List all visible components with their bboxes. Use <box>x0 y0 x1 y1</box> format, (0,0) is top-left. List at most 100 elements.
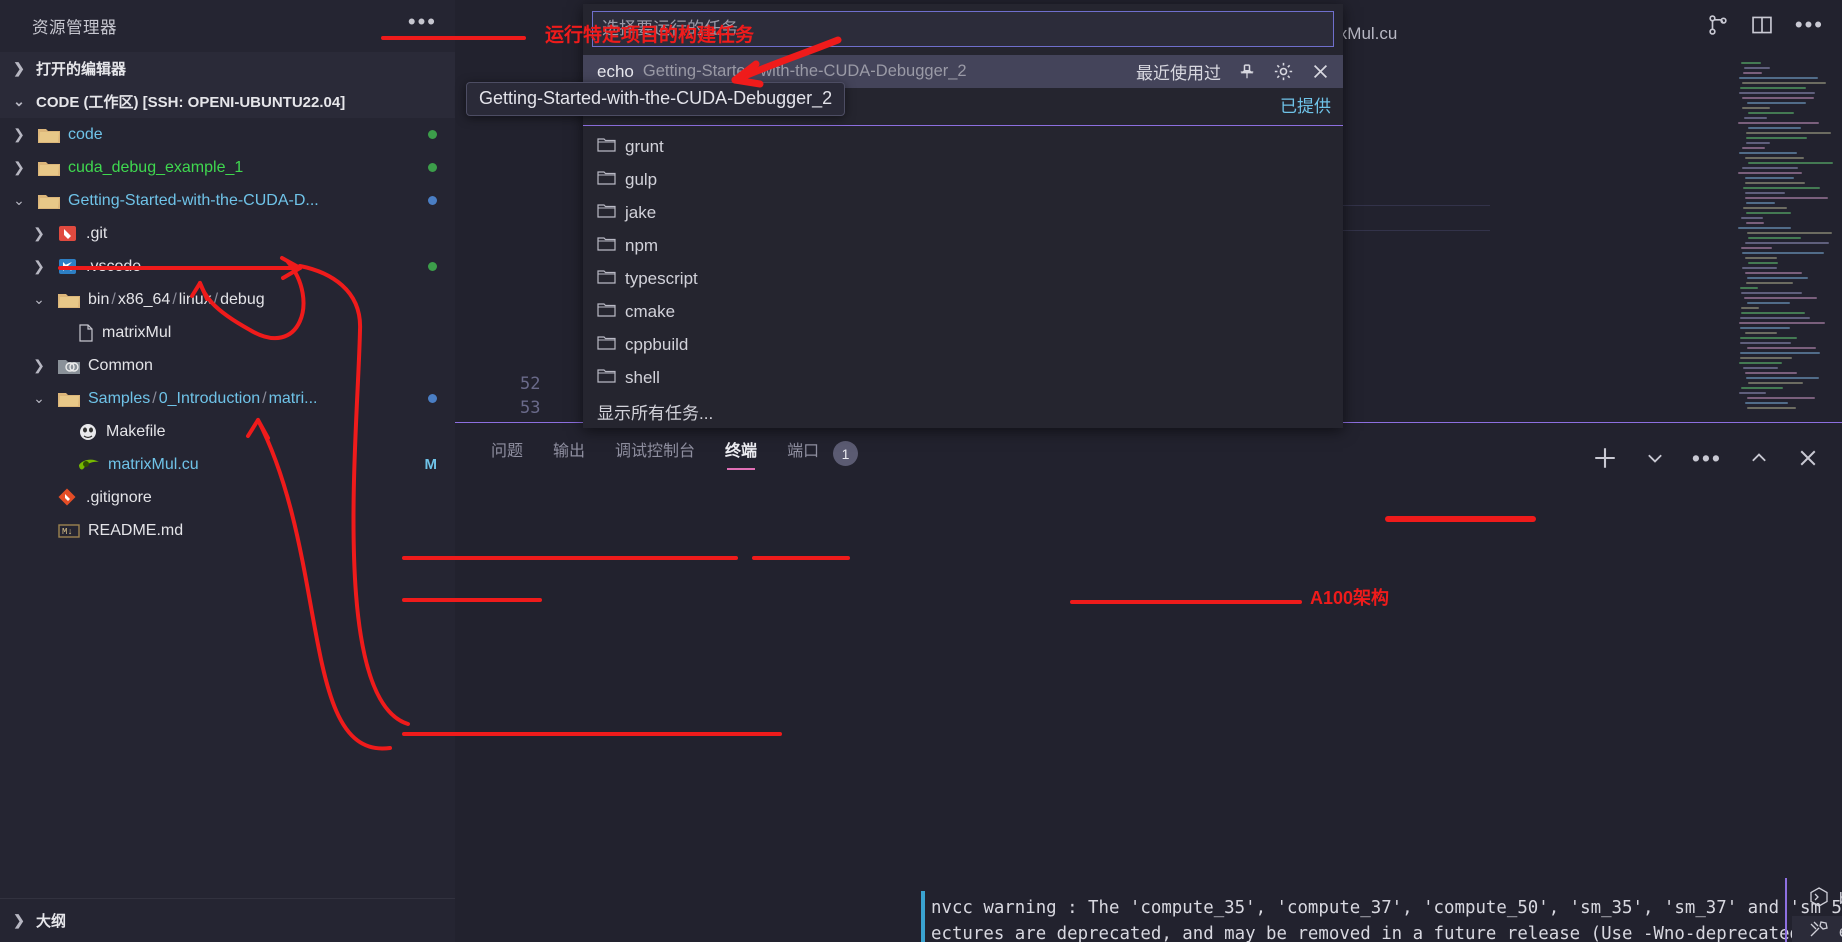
quick-pick-group-typescript[interactable]: typescript <box>583 262 1343 295</box>
tree-item-label: .vscode <box>86 258 141 276</box>
new-terminal-icon[interactable] <box>1592 445 1618 471</box>
tree-item-matrixmul[interactable]: matrixMul <box>0 316 455 349</box>
panel-tab-1[interactable]: 输出 <box>553 437 585 470</box>
cuda-nvidia-icon <box>77 455 101 475</box>
minimap-line <box>1742 107 1770 109</box>
quick-pick-group-cmake[interactable]: cmake <box>583 295 1343 328</box>
panel-tab-4[interactable]: 端口 <box>787 437 819 470</box>
status-dot <box>428 262 437 271</box>
status-dot <box>428 196 437 205</box>
minimap-line <box>1748 127 1801 129</box>
minimap-line <box>1742 252 1824 254</box>
ellipsis-icon[interactable]: ••• <box>408 17 437 35</box>
quick-pick-group-shell[interactable]: shell <box>583 361 1343 394</box>
minimap-line <box>1746 202 1775 204</box>
minimap-line <box>1743 187 1820 189</box>
file-icon <box>77 323 95 343</box>
minimap-line <box>1741 292 1802 294</box>
minimap-line <box>1741 307 1759 309</box>
tooltip-text: Getting-Started-with-the-CUDA-Debugger_2 <box>479 88 832 108</box>
annotation-text: 运行特定项目的构建任务 <box>545 20 754 47</box>
folder-icon <box>37 191 61 211</box>
folder-icon <box>597 334 616 356</box>
tree-item-getting-started-with-the-cuda-d[interactable]: ⌄ Getting-Started-with-the-CUDA-D... <box>0 184 455 217</box>
minimap-line <box>1747 277 1808 279</box>
minimap-line <box>1738 172 1802 174</box>
chevron-down-icon[interactable] <box>1644 447 1666 469</box>
markdown-icon: M↓ <box>57 521 81 541</box>
minimap-line <box>1742 97 1814 99</box>
terminal-tab-bash[interactable]: bashGetting-Started-wit... <box>1792 883 1842 916</box>
tree-item-common[interactable]: ❯ Common <box>0 349 455 382</box>
close-panel-icon[interactable] <box>1796 446 1820 470</box>
tree-item-code[interactable]: ❯ code <box>0 118 455 151</box>
minimap-line <box>1745 192 1785 194</box>
quick-pick-group-label: typescript <box>625 269 698 289</box>
quick-pick-show-all[interactable]: 显示所有任务... <box>583 394 1343 428</box>
tree-item-cuda-debug-example-1[interactable]: ❯ cuda_debug_example_1 <box>0 151 455 184</box>
sidebar-section-open-editors[interactable]: ❯ 打开的编辑器 <box>0 52 455 85</box>
minimap-line <box>1740 342 1791 344</box>
tree-item-matrixmul-cu[interactable]: matrixMul.cu M <box>0 448 455 481</box>
gear-icon[interactable] <box>1273 61 1294 82</box>
split-editor-icon[interactable] <box>1751 14 1773 36</box>
path-separator: / <box>150 390 158 407</box>
line-number: 52 <box>520 374 540 394</box>
minimap-line <box>1741 247 1772 249</box>
quick-pick-group-cppbuild[interactable]: cppbuild <box>583 328 1343 361</box>
sidebar-section-workspace[interactable]: ⌄ CODE (工作区) [SSH: OPENI-UBUNTU22.04] <box>0 85 455 118</box>
minimap-line <box>1746 142 1770 144</box>
tree-item-gitignore[interactable]: .gitignore <box>0 481 455 514</box>
source-control-icon[interactable] <box>1707 14 1729 36</box>
tree-item-bin-x86-64-linux-debug[interactable]: ⌄ bin / x86_64/linux / debug <box>0 283 455 316</box>
quick-pick-group-jake[interactable]: jake <box>583 196 1343 229</box>
sidebar-section-outline[interactable]: ❯ 大纲 <box>0 898 455 942</box>
tree-item-git[interactable]: ❯ .git <box>0 217 455 250</box>
quick-pick: echo Getting-Started-with-the-CUDA-Debug… <box>583 4 1343 428</box>
pin-icon[interactable] <box>1237 62 1257 82</box>
quick-pick-group-grunt[interactable]: grunt <box>583 130 1343 163</box>
minimap-line <box>1739 322 1825 324</box>
minimap-line <box>1742 267 1777 269</box>
editor-tab-label[interactable]: ixMul.cu <box>1335 24 1397 44</box>
quick-pick-group-gulp[interactable]: gulp <box>583 163 1343 196</box>
minimap-line <box>1747 397 1815 399</box>
quick-pick-show-all-label: 显示所有任务... <box>597 399 713 424</box>
path-separator: / <box>212 291 220 308</box>
minimap-line <box>1741 312 1805 314</box>
minimap-line <box>1748 237 1801 239</box>
open-editors-label: 打开的编辑器 <box>36 58 126 79</box>
tree-item-vscode[interactable]: ❯ .vscode <box>0 250 455 283</box>
minimap-line <box>1740 352 1820 354</box>
quick-pick-group-npm[interactable]: npm <box>583 229 1343 262</box>
minimap-line <box>1747 347 1816 349</box>
panel-tab-2[interactable]: 调试控制台 <box>615 437 695 470</box>
tree-item-makefile[interactable]: Makefile <box>0 415 455 448</box>
minimap-line <box>1738 227 1791 229</box>
terminal-output[interactable]: nvcc warning : The 'compute_35', 'comput… <box>931 896 1842 942</box>
close-icon[interactable] <box>1310 61 1331 82</box>
maximize-panel-icon[interactable] <box>1748 447 1770 469</box>
panel-tab-0[interactable]: 问题 <box>491 437 523 470</box>
tree-item-label: matrixMul <box>102 324 171 342</box>
makefile-gnu-icon <box>77 422 99 442</box>
tree-item-readme-md[interactable]: M↓ README.md <box>0 514 455 547</box>
quick-pick-group-label: cppbuild <box>625 335 688 355</box>
terminal-tab-echo-getting-start[interactable]: echo (Getting-Start...✓ <box>1792 916 1842 942</box>
vscode-folder-icon <box>57 257 79 277</box>
more-actions-icon[interactable]: ••• <box>1795 20 1824 30</box>
tree-item-samples-0-introduction-matri[interactable]: ⌄ Samples/0_Introduction / matri... <box>0 382 455 415</box>
folder-icon <box>597 367 616 389</box>
editor-minimap[interactable] <box>1738 62 1834 412</box>
tree-item-label: Samples/0_Introduction / matri... <box>88 390 317 408</box>
path-segment: debug <box>220 291 265 308</box>
more-actions-icon[interactable]: ••• <box>1692 454 1722 462</box>
path-separator: / <box>109 291 117 308</box>
minimap-line <box>1744 297 1817 299</box>
quick-pick-group-label: npm <box>625 236 658 256</box>
chevron-right-icon: ❯ <box>8 159 30 176</box>
panel-tab-3[interactable]: 终端 <box>725 437 757 470</box>
tree-item-label: code <box>68 126 103 144</box>
path-segment: x86_64 <box>118 291 171 308</box>
minimap-line <box>1744 117 1767 119</box>
